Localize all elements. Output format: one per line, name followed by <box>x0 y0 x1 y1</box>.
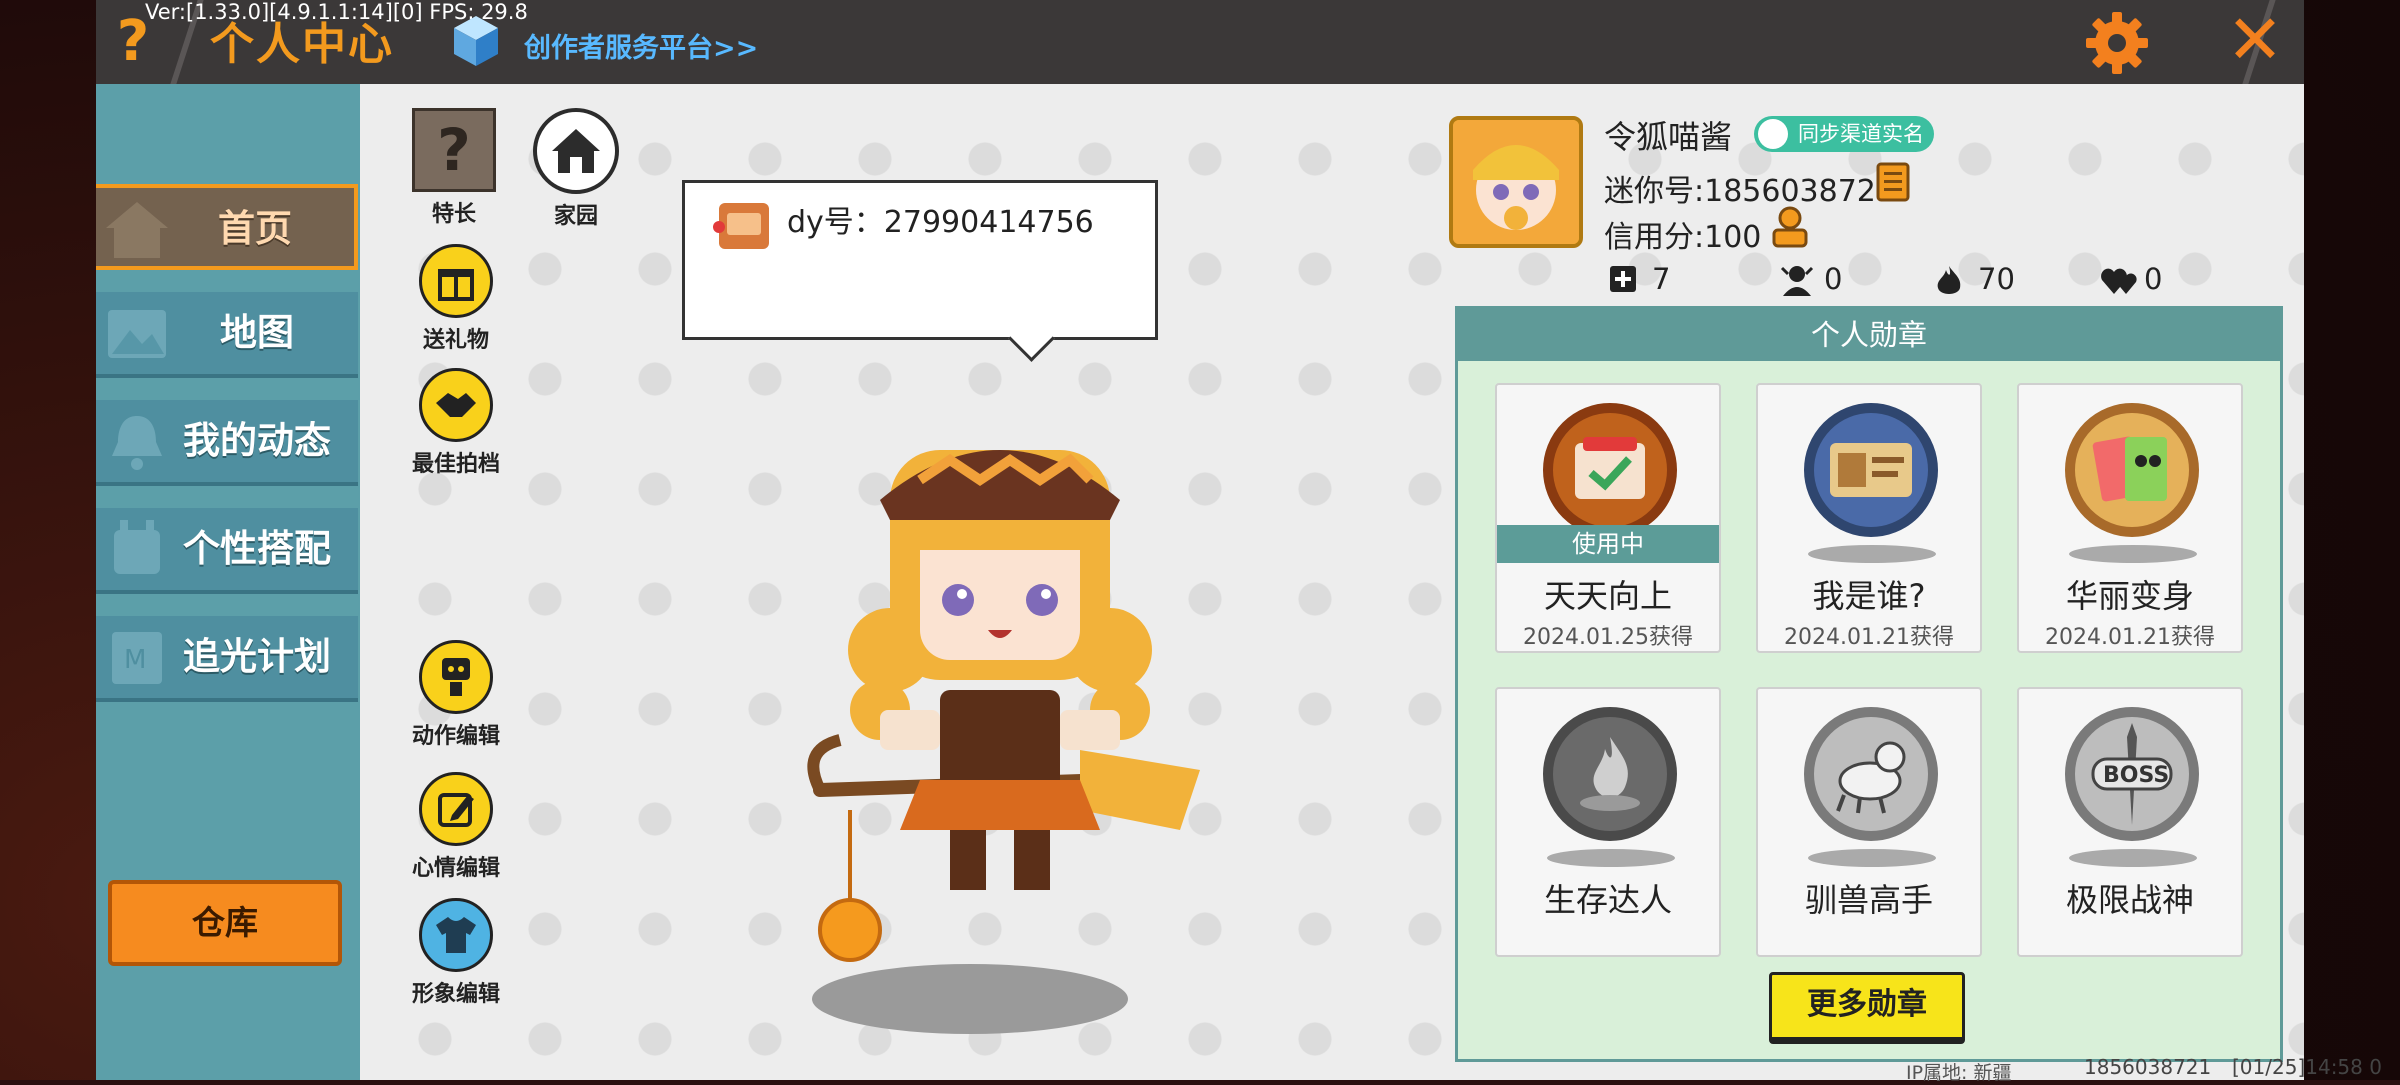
svg-text:M: M <box>124 645 146 675</box>
medal-beast-icon <box>1804 707 1938 841</box>
footer-user-id: 1856038721 <box>2084 1055 2212 1079</box>
creator-platform-link[interactable]: 创作者服务平台>> <box>524 26 758 65</box>
ip-location: IP属地: 新疆 <box>1906 1062 2012 1084</box>
more-medals-button[interactable]: 更多勋章 <box>1769 972 1965 1044</box>
nickname: 令狐喵酱 <box>1604 118 1733 156</box>
clothes-icon <box>419 898 493 972</box>
sidebar-item-map[interactable]: 地图 <box>96 292 358 378</box>
medal-name: 华丽变身 <box>2065 577 2194 615</box>
realname-badge[interactable]: 同步渠道实名 <box>1754 116 1934 152</box>
medal-panel: 个人勋章 使用中 天天向上 2024.01.25获得 我是谁? 2024.01.… <box>1455 306 2283 1062</box>
medal-card[interactable]: 我是谁? 2024.01.21获得 <box>1756 383 1982 653</box>
id-bubble: dy号：27990414756 <box>682 180 1158 340</box>
best-partner-button[interactable]: 最佳拍档 <box>401 368 511 478</box>
svg-text:BOSS: BOSS <box>2103 763 2169 788</box>
medal-date: 2024.01.21获得 <box>2045 625 2215 650</box>
footer-timestamp: [01/25]14:58 0 <box>2232 1055 2382 1079</box>
cube-icon[interactable] <box>452 14 500 68</box>
mini-id: 迷你号:1856038721 <box>1604 174 1895 209</box>
dy-id-label: dy号：27990414756 <box>787 205 1094 240</box>
medal-name: 我是谁? <box>1812 577 1926 615</box>
profile-avatar[interactable] <box>1449 116 1583 248</box>
hearts-icon <box>2101 268 2137 294</box>
medal-name: 生存达人 <box>1543 881 1672 919</box>
realname-badge-label: 同步渠道实名 <box>1798 122 1924 146</box>
medal-shadow <box>2069 849 2197 867</box>
followers-icon <box>1780 266 1814 296</box>
medal-notebook-icon <box>1543 403 1677 537</box>
action-edit-button[interactable]: 动作编辑 <box>401 640 511 750</box>
sidebar-item-label: 追光计划 <box>183 635 331 678</box>
stat-posts-value: 7 <box>1652 262 1671 296</box>
sidebar-item-label: 我的动态 <box>183 419 331 462</box>
douyin-icon <box>713 197 773 253</box>
stat-heat-value: 70 <box>1978 262 2015 296</box>
medal-card[interactable]: 驯兽高手 <box>1756 687 1982 957</box>
specialty-button[interactable]: ? 特长 <box>399 108 509 228</box>
gift-label: 送礼物 <box>422 328 489 353</box>
sidebar-item-label: 个性搭配 <box>183 527 331 570</box>
medal-name: 极限战神 <box>2065 881 2194 919</box>
handshake-icon <box>419 368 493 442</box>
medal-date: 2024.01.21获得 <box>1784 625 1954 650</box>
mood-edit-button[interactable]: 心情编辑 <box>401 772 511 882</box>
medal-card[interactable]: 使用中 天天向上 2024.01.25获得 <box>1495 383 1721 653</box>
stat-followers-value: 0 <box>1824 262 1843 296</box>
medal-shadow <box>1547 849 1675 867</box>
credit-score: 信用分:100 <box>1604 220 1762 255</box>
sidebar-item-outfit[interactable]: 个性搭配 <box>96 508 358 594</box>
look-edit-button[interactable]: 形象编辑 <box>401 898 511 1008</box>
edit-icon <box>419 772 493 846</box>
gear-icon[interactable] <box>2084 10 2150 76</box>
warehouse-button[interactable]: 仓库 <box>108 880 342 966</box>
medal-card[interactable]: 生存达人 <box>1495 687 1721 957</box>
stat-likes-value: 0 <box>2144 262 2163 296</box>
robot-icon <box>419 640 493 714</box>
medal-panel-title: 个人勋章 <box>1458 309 2280 361</box>
sidebar-item-activity[interactable]: 我的动态 <box>96 400 358 486</box>
close-icon[interactable]: ✕ <box>2224 7 2286 75</box>
user-check-icon <box>1758 119 1788 149</box>
mood-edit-label: 心情编辑 <box>411 856 500 881</box>
sidebar-item-label: 首页 <box>218 207 292 250</box>
home-label: 家园 <box>553 204 598 229</box>
character-avatar[interactable] <box>780 390 1220 990</box>
action-edit-label: 动作编辑 <box>411 724 500 749</box>
sidebar-item-home[interactable]: 首页 <box>96 184 358 270</box>
medal-dino-icon <box>2065 403 2199 537</box>
specialty-label: 特长 <box>431 202 476 227</box>
home-button[interactable]: 家园 <box>521 108 631 230</box>
medal-card[interactable]: 华丽变身 2024.01.21获得 <box>2017 383 2243 653</box>
gift-icon <box>419 244 493 318</box>
medal-name: 驯兽高手 <box>1804 881 1933 919</box>
post-plus-icon <box>1610 266 1636 292</box>
house-icon <box>533 108 619 194</box>
medal-boss-icon: BOSS <box>2065 707 2199 841</box>
medal-name: 天天向上 <box>1543 577 1672 615</box>
question-box-icon: ? <box>412 108 496 192</box>
gift-button[interactable]: 送礼物 <box>401 244 511 354</box>
credit-user-icon[interactable] <box>1770 206 1810 248</box>
in-use-badge: 使用中 <box>1497 525 1719 563</box>
sidebar-item-label: 地图 <box>220 311 294 354</box>
medal-shadow <box>1808 849 1936 867</box>
copy-icon[interactable] <box>1876 162 1910 202</box>
medal-date: 2024.01.25获得 <box>1523 625 1693 650</box>
medal-shadow <box>1808 545 1936 563</box>
medal-idcard-icon <box>1804 403 1938 537</box>
fire-icon <box>1937 266 1961 294</box>
look-edit-label: 形象编辑 <box>411 982 500 1007</box>
sidebar-item-chase-light[interactable]: M 追光计划 <box>96 616 358 702</box>
medal-card[interactable]: BOSS 极限战神 <box>2017 687 2243 957</box>
medal-shadow <box>2069 545 2197 563</box>
medal-campfire-icon <box>1543 707 1677 841</box>
best-partner-label: 最佳拍档 <box>411 452 500 477</box>
